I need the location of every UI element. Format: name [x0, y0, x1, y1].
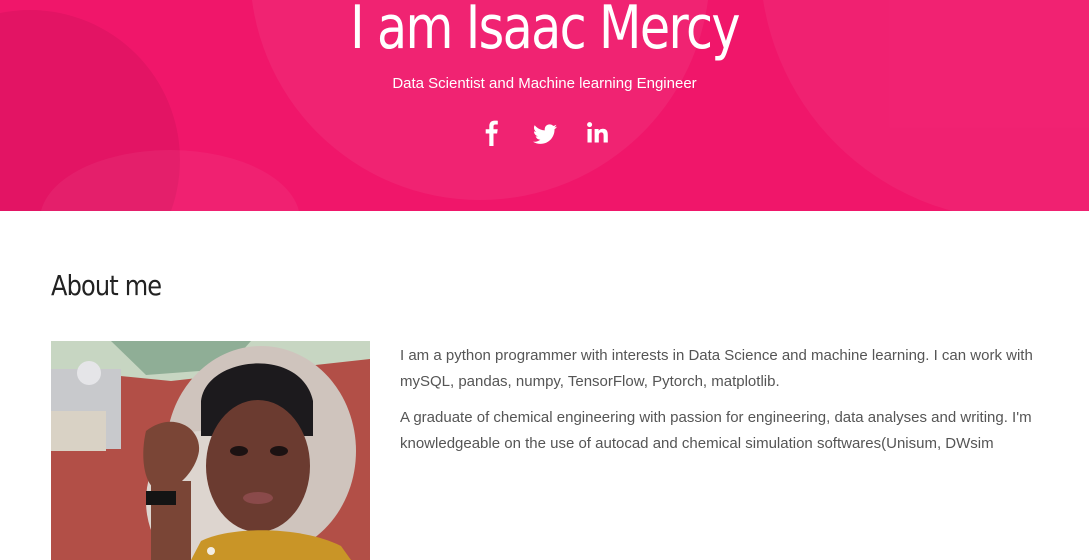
hero-banner: I am Isaac Mercy Data Scientist and Mach…: [0, 0, 1089, 211]
hero-title: I am Isaac Mercy: [350, 0, 740, 63]
facebook-icon: [485, 120, 498, 146]
about-section: About me I am a python programmer with i…: [0, 211, 1089, 560]
twitter-link[interactable]: [532, 118, 558, 148]
hero-subtitle: Data Scientist and Machine learning Engi…: [392, 75, 697, 92]
about-paragraph: A graduate of chemical engineering with …: [400, 409, 1032, 452]
linkedin-icon: [586, 122, 608, 143]
facebook-link[interactable]: [479, 118, 505, 148]
profile-photo: [51, 341, 370, 560]
about-text: I am a python programmer with interests …: [400, 343, 1070, 467]
profile-photo-illustration: [51, 341, 370, 560]
social-links: [0, 118, 1089, 148]
about-paragraph: I am a python programmer with interests …: [400, 347, 1033, 390]
linkedin-link[interactable]: [585, 118, 611, 148]
twitter-icon: [532, 124, 557, 144]
about-heading: About me: [51, 269, 162, 302]
